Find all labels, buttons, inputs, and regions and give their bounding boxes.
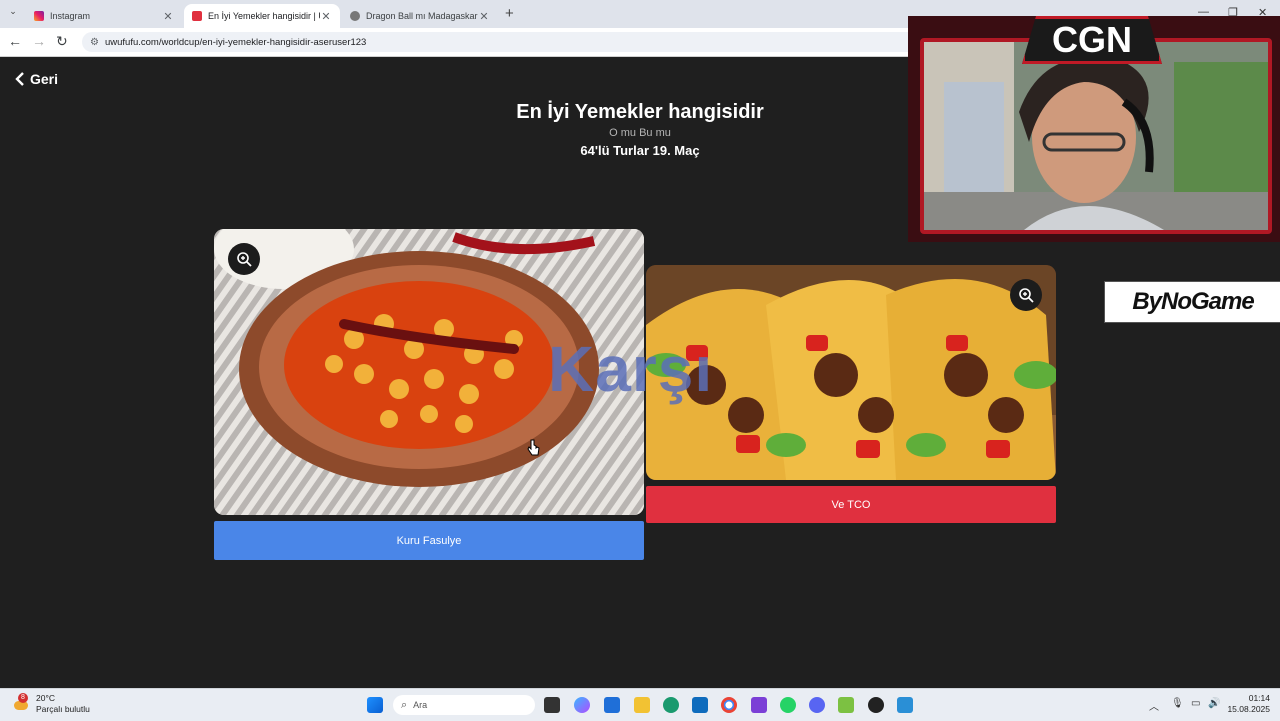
weather-temp: 20°C bbox=[36, 693, 55, 703]
clock-date: 15.08.2025 bbox=[1227, 704, 1270, 714]
zoom-in-icon[interactable] bbox=[1010, 279, 1042, 311]
webcam-feed bbox=[920, 38, 1272, 234]
task-view-icon[interactable] bbox=[544, 697, 560, 713]
channel-logo: CGN bbox=[1022, 16, 1162, 64]
chevron-left-icon bbox=[15, 72, 24, 86]
choose-left-button[interactable]: Kuru Fasulye bbox=[214, 521, 644, 560]
store-icon[interactable] bbox=[604, 697, 620, 713]
outlook-icon[interactable] bbox=[692, 697, 708, 713]
site-info-icon[interactable]: ⚙ bbox=[90, 37, 99, 48]
tab-title: Dragon Ball mı Madagaskar mı bbox=[366, 11, 478, 21]
instagram-icon bbox=[34, 11, 44, 21]
streamer-figure bbox=[924, 42, 1268, 230]
file-explorer-icon[interactable] bbox=[634, 697, 650, 713]
tab-uwufufu[interactable]: En İyi Yemekler hangisidir | Uwu ✕ bbox=[184, 4, 340, 28]
weather-badge: 8 bbox=[18, 693, 28, 703]
obs-icon[interactable] bbox=[751, 697, 767, 713]
photos-icon[interactable] bbox=[897, 697, 913, 713]
vs-label: Karşı bbox=[548, 333, 714, 405]
search-icon: ⌕ bbox=[401, 698, 408, 711]
choose-right-button[interactable]: Ve TCO bbox=[646, 486, 1056, 523]
reload-icon[interactable]: ↻ bbox=[56, 33, 68, 50]
url-text: uwufufu.com/worldcup/en-iyi-yemekler-han… bbox=[104, 36, 367, 48]
close-tab-icon[interactable]: ✕ bbox=[162, 10, 174, 23]
copilot-icon[interactable] bbox=[574, 697, 590, 713]
discord-icon[interactable] bbox=[809, 697, 825, 713]
sponsor-logo: ByNoGame bbox=[1104, 281, 1280, 323]
uwufufu-icon bbox=[192, 11, 202, 21]
network-icon[interactable]: ▭ bbox=[1191, 698, 1200, 709]
chrome-icon[interactable] bbox=[721, 697, 737, 713]
android-icon[interactable] bbox=[838, 697, 854, 713]
whatsapp-icon[interactable] bbox=[780, 697, 796, 713]
tray-chevron-icon[interactable]: ︿ bbox=[1149, 698, 1159, 713]
tab-title: Instagram bbox=[50, 11, 91, 21]
close-tab-icon[interactable]: ✕ bbox=[320, 10, 332, 23]
back-arrow-icon[interactable]: ← bbox=[8, 33, 22, 49]
taskbar-clock[interactable]: 01:14 15.08.2025 bbox=[1226, 693, 1270, 715]
weather-desc: Parçalı bulutlu bbox=[36, 704, 90, 714]
tab-title: En İyi Yemekler hangisidir | Uwu bbox=[208, 11, 320, 21]
taskbar-search[interactable]: ⌕ Ara bbox=[393, 695, 535, 715]
windows-start-icon[interactable] bbox=[367, 697, 383, 713]
zoom-in-icon[interactable] bbox=[228, 243, 260, 275]
search-placeholder: Ara bbox=[413, 700, 428, 710]
weather-widget[interactable]: 8 20°C Parçalı bulutlu bbox=[12, 693, 90, 715]
weather-cloud-icon: 8 bbox=[12, 693, 30, 713]
tab-instagram[interactable]: Instagram ✕ bbox=[26, 4, 182, 28]
app-icon[interactable] bbox=[868, 697, 884, 713]
tab-search-chevron-icon[interactable]: ⌄ bbox=[4, 6, 22, 22]
tab-dragon-ball[interactable]: Dragon Ball mı Madagaskar mı ✕ bbox=[342, 4, 498, 28]
new-tab-icon[interactable]: + bbox=[505, 5, 514, 22]
hand-cursor-icon bbox=[527, 439, 540, 456]
forward-arrow-icon[interactable]: → bbox=[32, 33, 46, 49]
clock-time: 01:14 bbox=[1248, 693, 1270, 703]
taskbar: 8 20°C Parçalı bulutlu ⌕ Ara ︿ 🎙 ▭ 🔊 01:… bbox=[0, 688, 1280, 721]
microphone-icon[interactable]: 🎙 bbox=[1171, 698, 1184, 709]
back-label: Geri bbox=[30, 71, 59, 87]
close-tab-icon[interactable]: ✕ bbox=[478, 10, 490, 23]
edge-icon[interactable] bbox=[663, 697, 679, 713]
volume-icon[interactable]: 🔊 bbox=[1208, 698, 1220, 709]
back-button[interactable]: Geri bbox=[14, 71, 58, 87]
webcam-overlay: CGN bbox=[908, 16, 1280, 242]
globe-icon bbox=[350, 11, 360, 21]
